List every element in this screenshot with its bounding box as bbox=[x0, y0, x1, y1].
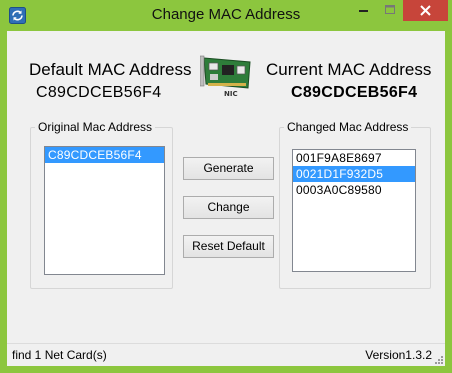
current-mac-label: Current MAC Address bbox=[266, 60, 432, 79]
default-mac-value: C89CDCEB56F4 bbox=[36, 84, 162, 101]
reset-default-button[interactable]: Reset Default bbox=[183, 235, 274, 258]
maximize-button[interactable] bbox=[377, 0, 403, 21]
nic-card-icon: NIC bbox=[199, 54, 254, 98]
list-item[interactable]: 0003A0C89580 bbox=[293, 182, 415, 198]
change-button[interactable]: Change bbox=[183, 196, 274, 219]
list-item[interactable]: 0021D1F932D5 bbox=[293, 166, 415, 182]
status-version: Version1.3.2 bbox=[365, 348, 432, 362]
close-icon bbox=[420, 5, 431, 16]
original-mac-legend: Original Mac Address bbox=[35, 120, 156, 134]
generate-button[interactable]: Generate bbox=[183, 157, 274, 180]
maximize-icon bbox=[385, 5, 395, 14]
nic-label: NIC bbox=[224, 90, 238, 98]
default-mac-label: Default MAC Address bbox=[29, 60, 192, 79]
close-button[interactable] bbox=[403, 0, 448, 21]
changed-mac-legend: Changed Mac Address bbox=[284, 120, 412, 134]
minimize-icon bbox=[359, 10, 368, 12]
resize-grip-icon[interactable] bbox=[434, 355, 444, 365]
title-bar[interactable]: Change MAC Address bbox=[0, 0, 452, 31]
minimize-button[interactable] bbox=[350, 0, 377, 21]
app-window: Change MAC Address Default MAC Address C… bbox=[0, 0, 452, 373]
list-item[interactable]: 001F9A8E8697 bbox=[293, 150, 415, 166]
list-item[interactable]: C89CDCEB56F4 bbox=[45, 147, 164, 163]
status-card-count: find 1 Net Card(s) bbox=[12, 348, 107, 362]
status-bar: find 1 Net Card(s) Version1.3.2 bbox=[7, 343, 445, 366]
current-mac-value: C89CDCEB56F4 bbox=[291, 84, 418, 101]
changed-mac-list[interactable]: 001F9A8E8697 0021D1F932D5 0003A0C89580 bbox=[292, 149, 416, 272]
original-mac-list[interactable]: C89CDCEB56F4 bbox=[44, 146, 165, 275]
